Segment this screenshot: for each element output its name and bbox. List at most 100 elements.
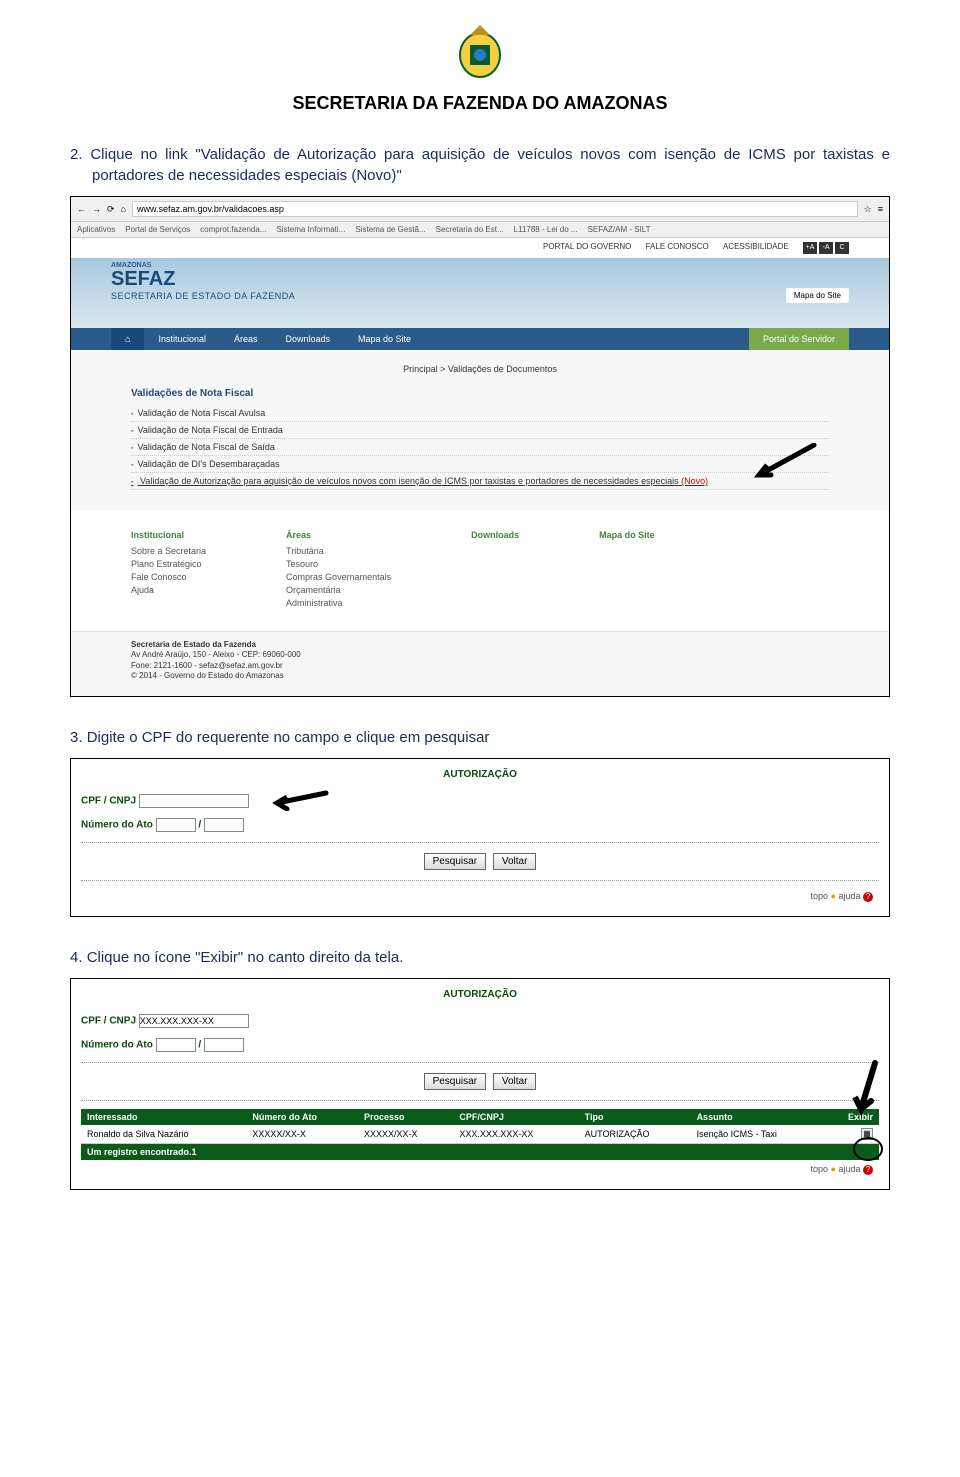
contrast-icon[interactable]: C	[835, 242, 849, 254]
pesquisar-button[interactable]: Pesquisar	[424, 1073, 486, 1090]
font-decrease-icon[interactable]: -A	[819, 242, 833, 254]
cell-assunto: Isenção ICMS - Taxi	[691, 1125, 826, 1144]
cpf-label: CPF / CNPJ	[81, 795, 136, 806]
screenshot-sefaz-portal: ← → ⟳ ⌂ www.sefaz.am.gov.br/validacoes.a…	[70, 196, 890, 697]
arrow-pointer-icon	[749, 443, 819, 483]
arrow-pointer-icon	[271, 789, 331, 811]
validation-link-text: Validação de Autorização para aquisição …	[140, 476, 679, 486]
footer-col-areas: Áreas	[286, 530, 391, 540]
pesquisar-button[interactable]: Pesquisar	[424, 853, 486, 870]
ato-input-1[interactable]	[156, 1038, 196, 1052]
fale-conosco-link[interactable]: FALE CONOSCO	[646, 242, 709, 251]
footer-link[interactable]: Orçamentária	[286, 585, 391, 595]
browser-toolbar: ← → ⟳ ⌂ www.sefaz.am.gov.br/validacoes.a…	[71, 197, 889, 222]
nav-back-icon[interactable]: ←	[77, 204, 86, 214]
dot-icon: ●	[831, 1164, 836, 1174]
ajuda-link[interactable]: ajuda	[838, 1164, 860, 1174]
footer-col-institucional: Institucional	[131, 530, 206, 540]
bookmarks-bar: Aplicativos Portal de Serviços comprot.f…	[71, 222, 889, 238]
circle-highlight	[853, 1137, 883, 1161]
th-assunto: Assunto	[691, 1109, 826, 1125]
main-nav: ⌂ Institucional Áreas Downloads Mapa do …	[71, 328, 889, 350]
nav-downloads[interactable]: Downloads	[271, 328, 344, 350]
footer-link[interactable]: Tributária	[286, 546, 391, 556]
nav-home[interactable]: ⌂	[111, 328, 144, 350]
font-increase-icon[interactable]: +A	[803, 242, 817, 254]
th-processo: Processo	[358, 1109, 453, 1125]
footer-link[interactable]: Administrativa	[286, 598, 391, 608]
validation-link-avulsa[interactable]: Validação de Nota Fiscal Avulsa	[131, 405, 829, 422]
step-3-num: 3.	[70, 729, 83, 746]
menu-icon[interactable]: ≡	[878, 204, 883, 214]
ajuda-link[interactable]: ajuda	[838, 891, 860, 901]
step-4-text: 4. Clique no ícone "Exibir" no canto dir…	[70, 947, 890, 968]
screenshot-autorizacao-result: AUTORIZAÇÃO CPF / CNPJ Número do Ato / P…	[70, 978, 890, 1190]
page-header-title: SECRETARIA DA FAZENDA DO AMAZONAS	[70, 93, 890, 114]
bookmark-item[interactable]: Aplicativos	[77, 225, 115, 234]
footer-link[interactable]: Compras Governamentais	[286, 572, 391, 582]
nav-areas[interactable]: Áreas	[220, 328, 272, 350]
validation-link-di[interactable]: Validação de DI's Desembaraçadas	[131, 456, 829, 473]
th-tipo: Tipo	[579, 1109, 691, 1125]
th-numero-ato: Número do Ato	[246, 1109, 358, 1125]
topo-link[interactable]: topo	[810, 891, 828, 901]
cpf-label: CPF / CNPJ	[81, 1015, 136, 1026]
footer-link[interactable]: Fale Conosco	[131, 572, 206, 582]
sefaz-subtitle: SECRETARIA DE ESTADO DA FAZENDA	[111, 291, 849, 301]
star-icon[interactable]: ☆	[864, 204, 872, 215]
acessibilidade-label: ACESSIBILIDADE	[723, 242, 789, 251]
footer-link[interactable]: Tesouro	[286, 559, 391, 569]
step-4-num: 4.	[70, 949, 83, 966]
voltar-button[interactable]: Voltar	[493, 1073, 537, 1090]
auth-title: AUTORIZAÇÃO	[81, 989, 879, 1000]
nav-institucional[interactable]: Institucional	[144, 328, 220, 350]
ato-label: Número do Ato	[81, 1039, 153, 1050]
step-2-text: 2. Clique no link "Validação de Autoriza…	[70, 144, 890, 186]
voltar-button[interactable]: Voltar	[493, 853, 537, 870]
footer-columns: Institucional Sobre a Secretaria Plano E…	[71, 510, 889, 631]
cell-interessado: Ronaldo da Silva Nazário	[81, 1125, 246, 1144]
cpf-input[interactable]	[139, 794, 249, 808]
validation-link-entrada[interactable]: Validação de Nota Fiscal de Entrada	[131, 422, 829, 439]
ato-input-1[interactable]	[156, 818, 196, 832]
sefaz-logo-text: SEFAZ	[111, 268, 849, 291]
reload-icon[interactable]: ⟳	[107, 204, 115, 215]
auth-title: AUTORIZAÇÃO	[81, 769, 879, 780]
cell-cpf: XXX.XXX.XXX-XX	[453, 1125, 578, 1144]
cell-tipo: AUTORIZAÇÃO	[579, 1125, 691, 1144]
help-icon[interactable]: ?	[863, 1165, 873, 1175]
portal-governo-link[interactable]: PORTAL DO GOVERNO	[543, 242, 631, 251]
bookmark-item[interactable]: Sistema Informati...	[276, 225, 345, 234]
nav-forward-icon[interactable]: →	[92, 204, 101, 214]
nav-portal-servidor[interactable]: Portal do Servidor	[749, 328, 849, 350]
mapa-site-link[interactable]: Mapa do Site	[786, 288, 849, 303]
bookmark-item[interactable]: SEFAZ/AM - SILT	[588, 225, 651, 234]
topo-link[interactable]: topo	[810, 1164, 828, 1174]
cpf-input[interactable]	[139, 1014, 249, 1028]
table-row: Ronaldo da Silva Nazário XXXXX/XX-X XXXX…	[81, 1125, 879, 1144]
bookmark-item[interactable]: comprot.fazenda...	[200, 225, 266, 234]
footer-col-downloads: Downloads	[471, 530, 519, 540]
ato-input-2[interactable]	[204, 1038, 244, 1052]
footer-col-mapa: Mapa do Site	[599, 530, 655, 540]
bookmark-item[interactable]: Sistema de Gestã...	[355, 225, 425, 234]
breadcrumb: Principal > Validações de Documentos	[71, 350, 889, 388]
footer-link[interactable]: Ajuda	[131, 585, 206, 595]
step-2-num: 2.	[70, 146, 83, 163]
cell-processo: XXXXX/XX-X	[358, 1125, 453, 1144]
arrow-pointer-icon	[847, 1059, 887, 1119]
ato-input-2[interactable]	[204, 818, 244, 832]
home-icon[interactable]: ⌂	[121, 204, 126, 214]
bookmark-item[interactable]: Portal de Serviços	[125, 225, 190, 234]
bookmark-item[interactable]: L11788 - Lei do ...	[514, 225, 578, 234]
validation-link-saida[interactable]: Validação de Nota Fiscal de Saída	[131, 439, 829, 456]
sefaz-banner: AMAZONAS SEFAZ SECRETARIA DE ESTADO DA F…	[71, 258, 889, 328]
footer-link[interactable]: Plano Estratégico	[131, 559, 206, 569]
validation-link-autorizacao-veiculos[interactable]: Validação de Autorização para aquisição …	[131, 473, 829, 490]
nav-mapa-site[interactable]: Mapa do Site	[344, 328, 425, 350]
bookmark-item[interactable]: Secretaria do Est...	[436, 225, 504, 234]
footer-link[interactable]: Sobre a Secretaria	[131, 546, 206, 556]
th-cpf: CPF/CNPJ	[453, 1109, 578, 1125]
help-icon[interactable]: ?	[863, 892, 873, 902]
url-bar[interactable]: www.sefaz.am.gov.br/validacoes.asp	[132, 201, 858, 217]
